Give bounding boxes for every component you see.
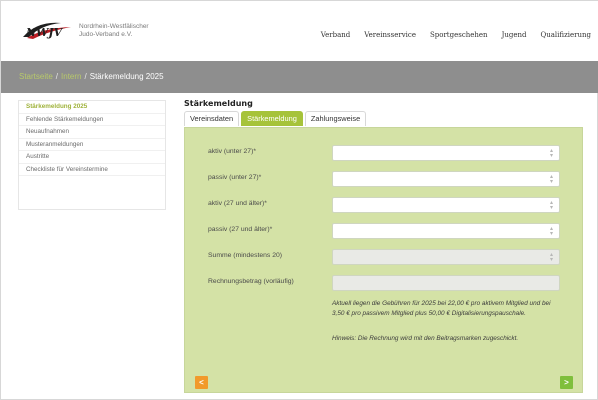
passiv-27-und-aelter-input[interactable]: ▴ ▾ (332, 223, 560, 239)
field-row: passiv (unter 27)* ▴ ▾ (185, 171, 584, 187)
tab-bar: Vereinsdaten Stärkemeldung Zahlungsweise (184, 111, 367, 126)
field-row: passiv (27 und älter)* ▴ ▾ (185, 223, 584, 239)
org-name-line2: Judo-Verband e.V. (79, 31, 133, 38)
summe-input: ▴ ▾ (332, 249, 560, 265)
fee-info-text: Aktuell liegen die Gebühren für 2025 bei… (332, 300, 551, 317)
org-name-line1: Nordrhein-Westfälischer (79, 23, 149, 30)
field-label: Rechnungsbetrag (vorläufig) (208, 278, 294, 285)
page-frame: NWJV Nordrhein-Westfälischer Judo-Verban… (0, 0, 598, 400)
sidebar-item-fehlende-staerkemeldungen[interactable]: Fehlende Stärkemeldungen (19, 114, 165, 126)
nav-item-jugend[interactable]: Jugend (502, 31, 527, 39)
breadcrumb-separator: / (84, 72, 87, 81)
field-row: aktiv (unter 27)* ▴ ▾ (185, 145, 584, 161)
svg-text:NWJV: NWJV (25, 26, 64, 39)
aktiv-27-und-aelter-input[interactable]: ▴ ▾ (332, 197, 560, 213)
field-label: aktiv (27 und älter)* (208, 200, 267, 207)
breadcrumb-separator: / (55, 72, 59, 81)
tab-zahlungsweise[interactable]: Zahlungsweise (304, 111, 367, 126)
field-row: aktiv (27 und älter)* ▴ ▾ (185, 197, 584, 213)
field-row: Rechnungsbetrag (vorläufig) (185, 275, 584, 291)
nwjv-logo[interactable]: NWJV (21, 19, 73, 41)
spinner-icon[interactable]: ▴ ▾ (550, 148, 553, 159)
nav-item-verband[interactable]: Verband (321, 31, 351, 39)
breadcrumb-startseite[interactable]: Startseite (19, 72, 53, 81)
sidebar-item-neuaufnahmen[interactable]: Neuaufnahmen (19, 126, 165, 139)
nav-item-qualifizierung[interactable]: Qualifizierung (541, 31, 591, 39)
nav-item-sportgeschehen[interactable]: Sportgeschehen (430, 31, 488, 39)
field-row: Summe (mindestens 20) ▴ ▾ (185, 249, 584, 265)
sidebar-item-staerkemeldung[interactable]: Stärkemeldung 2025 (19, 101, 165, 114)
sidebar-item-austritte[interactable]: Austritte (19, 151, 165, 164)
breadcrumb: Startseite / Intern / Stärkemeldung 2025 (19, 72, 164, 81)
spinner-icon[interactable]: ▴ ▾ (550, 226, 553, 237)
passiv-unter-27-input[interactable]: ▴ ▾ (332, 171, 560, 187)
tab-staerkemeldung[interactable]: Stärkemeldung (241, 111, 303, 126)
nav-item-vereinsservice[interactable]: Vereinsservice (364, 31, 416, 39)
breadcrumb-intern[interactable]: Intern (61, 72, 81, 81)
main-nav: Verband Vereinsservice Sportgeschehen Ju… (321, 31, 591, 39)
page-title: Stärkemeldung (184, 99, 253, 108)
spinner-icon[interactable]: ▴ ▾ (550, 174, 553, 185)
field-label: Summe (mindestens 20) (208, 252, 283, 259)
breadcrumb-current: Stärkemeldung 2025 (89, 72, 164, 81)
aktiv-unter-27-input[interactable]: ▴ ▾ (332, 145, 560, 161)
field-label: passiv (unter 27)* (208, 174, 262, 181)
spinner-icon: ▴ ▾ (549, 252, 553, 263)
rechnungsbetrag-input (332, 275, 560, 291)
field-label: aktiv (unter 27)* (208, 148, 256, 155)
site-header: NWJV Nordrhein-Westfälischer Judo-Verban… (1, 1, 598, 61)
invoice-hint-text: Hinweis: Die Rechnung wird mit den Beitr… (332, 335, 519, 342)
org-name: Nordrhein-Westfälischer Judo-Verband e.V… (79, 23, 149, 39)
breadcrumb-bar: Startseite / Intern / Stärkemeldung 2025 (1, 61, 598, 93)
previous-button[interactable]: < (195, 376, 208, 389)
sidebar-item-checkliste[interactable]: Checkliste für Vereinstermine (19, 164, 165, 176)
sidebar-item-musteranmeldungen[interactable]: Musteranmeldungen (19, 139, 165, 151)
tab-vereinsdaten[interactable]: Vereinsdaten (184, 111, 240, 126)
field-label: passiv (27 und älter)* (208, 226, 273, 233)
spinner-icon[interactable]: ▴ ▾ (550, 200, 553, 211)
next-button[interactable]: > (560, 376, 573, 389)
sidebar: Stärkemeldung 2025 Fehlende Stärkemeldun… (18, 100, 166, 210)
form-panel: aktiv (unter 27)* ▴ ▾ passiv (unter 27)* … (184, 127, 583, 393)
